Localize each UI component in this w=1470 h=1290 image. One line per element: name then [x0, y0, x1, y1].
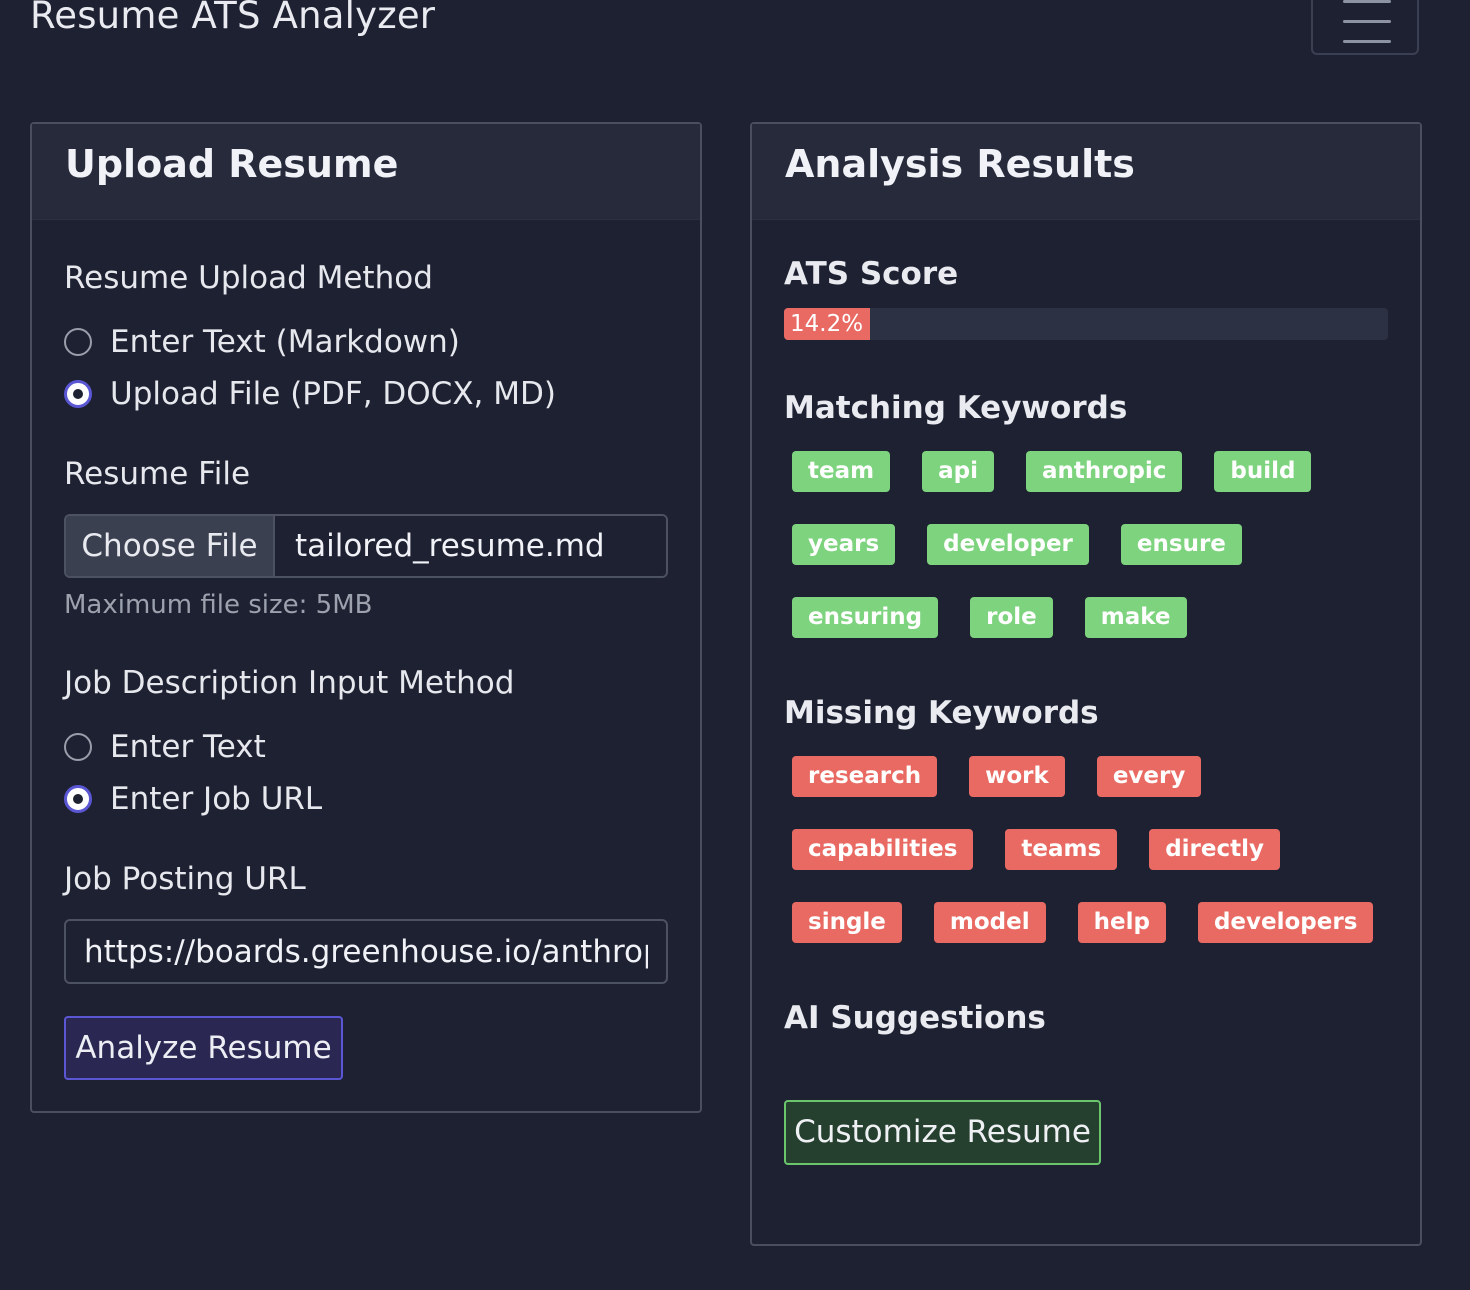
upload-resume-card: Upload Resume Resume Upload Method Enter…: [30, 122, 702, 1113]
results-card-header: Analysis Results: [752, 124, 1420, 220]
matching-keyword-tag: anthropic: [1025, 451, 1183, 492]
missing-keyword-tag: single: [792, 902, 902, 943]
analysis-results-card: Analysis Results ATS Score 14.2% Matchin…: [750, 122, 1422, 1246]
missing-keyword-tag: directly: [1149, 829, 1280, 870]
selected-file-name: tailored_resume.md: [275, 516, 666, 576]
choose-file-button[interactable]: Choose File: [66, 516, 275, 576]
missing-keyword-tag: capabilities: [792, 829, 974, 870]
matching-keyword-tag: ensure: [1120, 524, 1242, 565]
matching-keyword-tag: build: [1214, 451, 1312, 492]
resume-file-label: Resume File: [64, 456, 251, 492]
radio-button[interactable]: [64, 733, 92, 761]
app-title: Resume ATS Analyzer: [30, 0, 436, 37]
upload-card-title: Upload Resume: [65, 142, 399, 186]
file-size-help: Maximum file size: 5MB: [64, 590, 373, 620]
matching-keyword-tag: years: [792, 524, 896, 565]
job-method-label: Job Description Input Method: [64, 665, 515, 701]
matching-keywords-list: team api anthropic build years developer ensur…: [792, 451, 1392, 638]
radio-job-enter-url[interactable]: Enter Job URL: [64, 779, 322, 819]
ats-score-progress-fill: 14.2%: [784, 308, 870, 340]
radio-label: Enter Text: [110, 729, 266, 765]
ai-suggestions-label: AI Suggestions: [784, 1000, 1046, 1036]
hamburger-menu-button[interactable]: [1311, 0, 1419, 55]
hamburger-menu-icon-line: [1343, 20, 1391, 23]
matching-keyword-tag: team: [792, 451, 891, 492]
missing-keyword-tag: help: [1077, 902, 1166, 943]
matching-keywords-label: Matching Keywords: [784, 390, 1128, 426]
missing-keyword-tag: research: [792, 756, 938, 797]
job-url-input[interactable]: [64, 919, 668, 984]
radio-label: Enter Job URL: [110, 781, 323, 817]
missing-keyword-tag: developers: [1197, 902, 1374, 943]
hamburger-menu-icon-line: [1343, 40, 1391, 43]
upload-card-header: Upload Resume: [32, 124, 700, 220]
matching-keyword-tag: ensuring: [792, 597, 939, 638]
radio-resume-upload-file[interactable]: Upload File (PDF, DOCX, MD): [64, 374, 556, 414]
missing-keywords-list: research work every capabilities teams direct…: [792, 756, 1392, 943]
matching-keyword-tag: developer: [927, 524, 1089, 565]
radio-label: Enter Text (Markdown): [110, 324, 460, 360]
matching-keyword-tag: role: [970, 597, 1053, 638]
job-url-label: Job Posting URL: [64, 861, 306, 897]
ats-score-progress: 14.2%: [784, 308, 1388, 340]
missing-keyword-tag: work: [969, 756, 1065, 797]
hamburger-menu-icon: [1343, 0, 1391, 3]
resume-file-input[interactable]: Choose File tailored_resume.md: [64, 514, 668, 578]
customize-resume-button[interactable]: Customize Resume: [784, 1100, 1101, 1165]
missing-keywords-label: Missing Keywords: [784, 695, 1099, 731]
radio-button-checked[interactable]: [64, 785, 92, 813]
radio-button[interactable]: [64, 328, 92, 356]
matching-keyword-tag: make: [1084, 597, 1187, 638]
matching-keyword-tag: api: [922, 451, 994, 492]
ats-score-label: ATS Score: [784, 256, 959, 292]
missing-keyword-tag: every: [1096, 756, 1202, 797]
radio-job-enter-text[interactable]: Enter Text: [64, 727, 266, 767]
resume-method-label: Resume Upload Method: [64, 260, 433, 296]
results-card-title: Analysis Results: [785, 142, 1135, 186]
missing-keyword-tag: model: [933, 902, 1046, 943]
analyze-resume-button[interactable]: Analyze Resume: [64, 1016, 343, 1080]
missing-keyword-tag: teams: [1005, 829, 1118, 870]
radio-label: Upload File (PDF, DOCX, MD): [110, 376, 556, 412]
radio-button-checked[interactable]: [64, 380, 92, 408]
radio-resume-enter-text[interactable]: Enter Text (Markdown): [64, 322, 460, 362]
